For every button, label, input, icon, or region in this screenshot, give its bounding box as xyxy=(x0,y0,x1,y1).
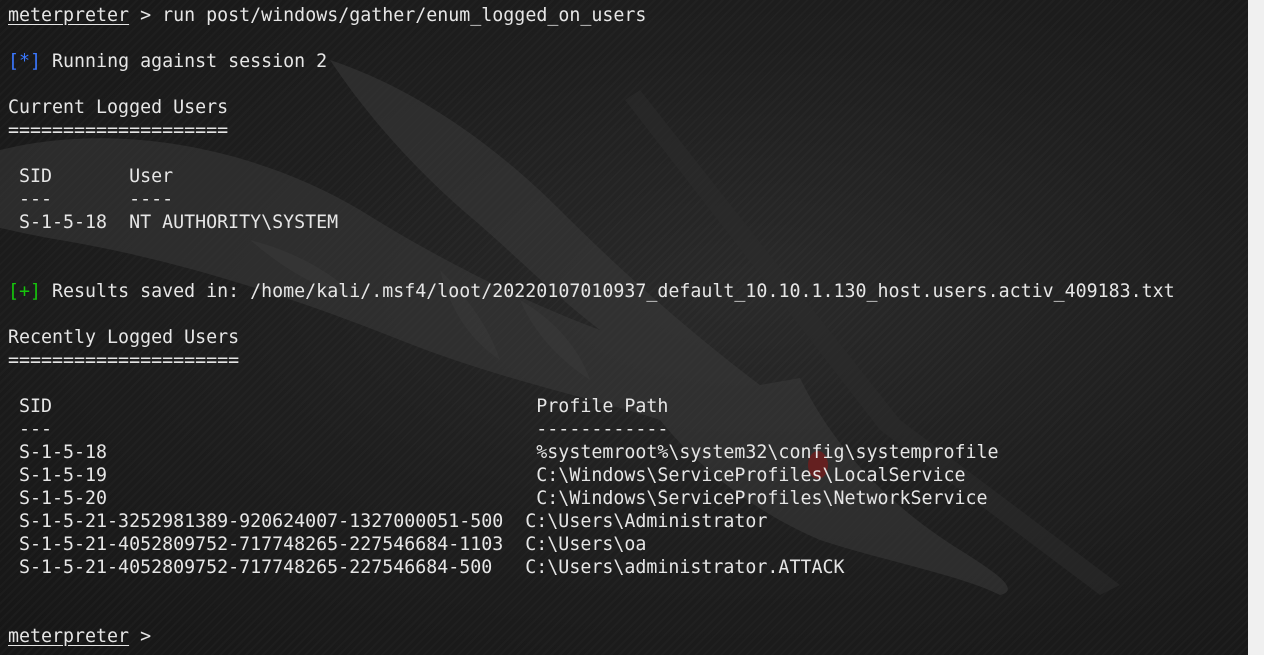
table-row: S-1-5-18 NT AUTHORITY\SYSTEM xyxy=(8,212,339,233)
prompt-label: meterpreter xyxy=(8,5,130,26)
current-table-divider: --- ---- xyxy=(8,189,174,210)
table-row: S-1-5-19 C:\Windows\ServiceProfiles\Loca… xyxy=(8,465,966,486)
table-row: S-1-5-20 C:\Windows\ServiceProfiles\Netw… xyxy=(8,488,988,509)
command-line: meterpreter > run post/windows/gather/en… xyxy=(8,4,1248,27)
prompt-symbol: > xyxy=(129,5,163,26)
saved-text: Results saved in: /home/kali/.msf4/loot/… xyxy=(41,281,1175,302)
scrollbar[interactable] xyxy=(1248,0,1264,655)
recent-table-header: SID Profile Path xyxy=(8,396,669,417)
table-row: S-1-5-21-4052809752-717748265-227546684-… xyxy=(8,557,845,578)
recent-table-divider: --- ------------ xyxy=(8,419,669,440)
info-text: Running against session 2 xyxy=(41,51,328,72)
info-tag: [*] xyxy=(8,51,42,72)
table-row: S-1-5-18 %systemroot%\system32\config\sy… xyxy=(8,442,999,463)
terminal-output: meterpreter > run post/windows/gather/en… xyxy=(8,4,1248,648)
command-text: run post/windows/gather/enum_logged_on_u… xyxy=(162,5,647,26)
terminal-window[interactable]: meterpreter > run post/windows/gather/en… xyxy=(0,0,1248,655)
final-prompt-line[interactable]: meterpreter > xyxy=(8,625,1248,648)
prompt-symbol: > xyxy=(129,626,163,647)
current-users-rule: ==================== xyxy=(8,120,229,141)
recent-users-rule: ===================== xyxy=(8,350,240,371)
current-table-header: SID User xyxy=(8,166,174,187)
prompt-label: meterpreter xyxy=(8,626,130,647)
saved-line: [+] Results saved in: /home/kali/.msf4/l… xyxy=(8,280,1248,303)
good-tag: [+] xyxy=(8,281,42,302)
table-row: S-1-5-21-3252981389-920624007-1327000051… xyxy=(8,511,768,532)
info-line: [*] Running against session 2 xyxy=(8,50,1248,73)
table-row: S-1-5-21-4052809752-717748265-227546684-… xyxy=(8,534,647,555)
recent-users-heading: Recently Logged Users xyxy=(8,327,240,348)
current-users-heading: Current Logged Users xyxy=(8,97,229,118)
